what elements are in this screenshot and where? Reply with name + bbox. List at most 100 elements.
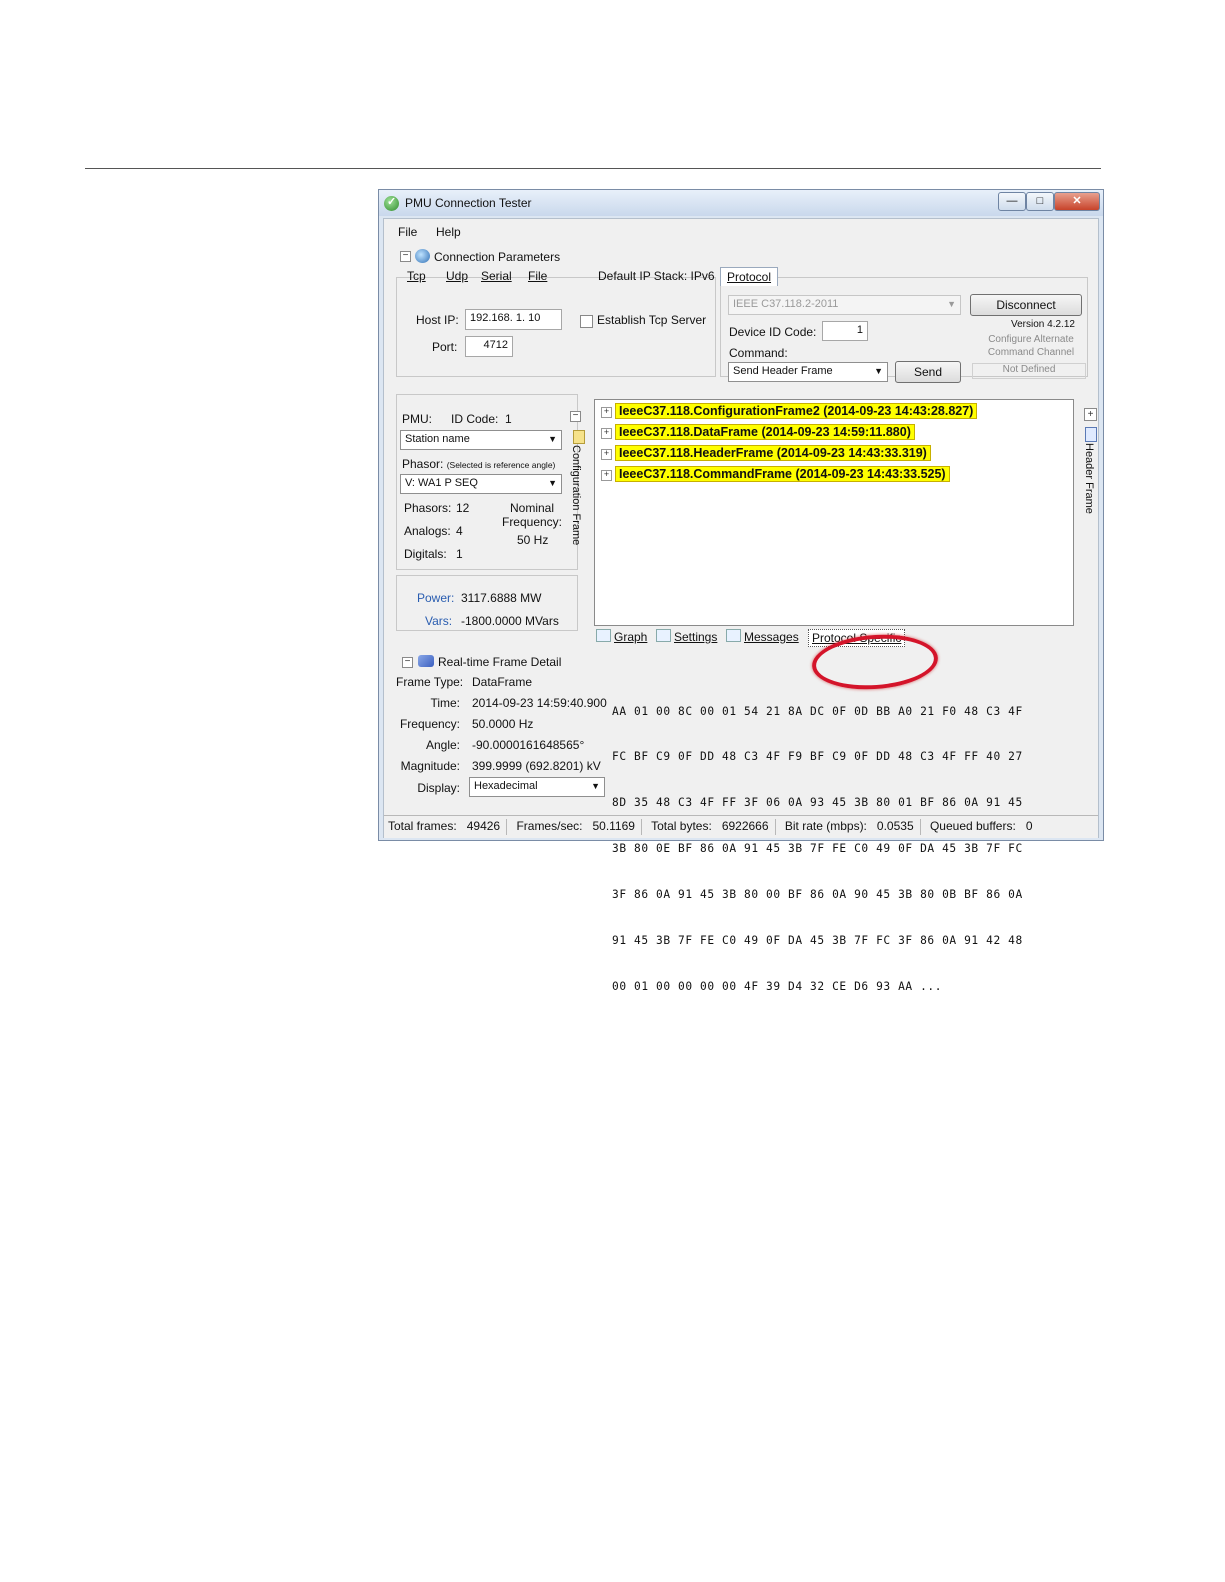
host-ip-label: Host IP: [416,313,459,327]
frame-item-configuration[interactable]: IeeeC37.118.ConfigurationFrame2 (2014-09… [615,403,978,419]
phasor-select[interactable]: V: WA1 P SEQ ▼ [400,474,562,494]
time-value: 2014-09-23 14:59:40.900 [472,696,607,710]
queued-label: Queued buffers: [929,819,1016,834]
collapse-pmu-icon[interactable]: − [570,411,581,422]
tab-file[interactable]: File [528,269,547,283]
station-select[interactable]: Station name ▼ [400,430,562,450]
phasor-note: (Selected is reference angle) [446,460,556,470]
nominal-frequency-label: Nominal Frequency: [501,501,563,529]
hex-line: 3F 86 0A 91 45 3B 80 00 BF 86 0A 90 45 3… [612,888,1023,902]
expand-header-icon[interactable]: + [1084,408,1097,421]
graph-icon [596,629,611,642]
expand-icon[interactable]: + [601,428,612,439]
digitals-label: Digitals: [404,547,447,561]
configuration-frame-tab[interactable]: Configuration Frame [570,445,582,545]
hex-dump: AA 01 00 8C 00 01 54 21 8A DC 0F 0D BB A… [612,673,1023,1025]
digitals-value: 1 [456,547,463,561]
frame-item-data[interactable]: IeeeC37.118.DataFrame (2014-09-23 14:59:… [615,424,915,440]
config-frame-icon [573,430,585,444]
hex-line: 8D 35 48 C3 4F FF 3F 06 0A 93 45 3B 80 0… [612,796,1023,810]
messages-icon [726,629,741,642]
device-id-input[interactable]: 1 [822,321,868,341]
collapse-connection-icon[interactable]: − [400,251,411,262]
minimize-button[interactable]: — [998,192,1026,211]
tab-settings[interactable]: Settings [656,629,717,644]
tab-messages[interactable]: Messages [726,629,799,644]
tab-protocol[interactable]: Protocol [720,267,779,286]
analogs-label: Analogs: [404,524,451,538]
phasor-select-value: V: WA1 P SEQ [405,477,478,489]
send-button[interactable]: Send [895,361,961,383]
station-select-value: Station name [405,433,470,445]
tab-graph[interactable]: Graph [596,629,647,644]
port-label: Port: [432,340,458,354]
frame-type-value: DataFrame [472,675,533,689]
pmu-label: PMU: [402,412,432,426]
chevron-down-icon: ▼ [548,478,557,488]
configure-alt-channel-link[interactable]: Configure Alternate Command Channel [976,333,1086,359]
command-select[interactable]: Send Header Frame ▼ [728,362,888,382]
maximize-button[interactable]: □ [1026,192,1054,211]
tab-graph-label: Graph [614,630,648,644]
analogs-value: 4 [456,524,463,538]
expand-icon[interactable]: + [601,470,612,481]
angle-label: Angle: [425,738,460,752]
magnitude-value: 399.9999 (692.8201) kV [472,759,601,773]
protocol-select[interactable]: IEEE C37.118.2-2011 ▼ [728,295,961,315]
phasors-value: 12 [456,501,470,515]
chevron-down-icon: ▼ [947,299,956,309]
chevron-down-icon: ▼ [548,434,557,444]
frame-type-label: Frame Type: [396,675,464,689]
page-rule [85,168,1101,169]
fps-label: Frames/sec: [516,819,583,834]
queued-value: 0 [1025,819,1033,834]
hex-line: 91 45 3B 7F FE C0 49 0F DA 45 3B 7F FC 3… [612,934,1023,948]
id-code-value: 1 [505,412,512,426]
host-ip-input[interactable]: 192.168. 1. 10 [465,309,562,330]
tab-messages-label: Messages [744,630,799,644]
close-button[interactable]: ✕ [1054,192,1100,211]
header-frame-tab[interactable]: Header Frame [1083,443,1095,514]
total-bytes-label: Total bytes: [651,819,712,834]
connection-header: Connection Parameters [434,250,561,264]
default-ip-stack: Default IP Stack: IPv6 [598,269,715,283]
hex-line: 00 01 00 00 00 00 4F 39 D4 32 CE D6 93 A… [612,979,943,993]
expand-icon[interactable]: + [601,407,612,418]
magnitude-label: Magnitude: [400,759,460,773]
establish-server-checkbox[interactable] [580,315,593,328]
power-label: Power: [417,591,455,605]
nominal-frequency-value: 50 Hz [517,533,549,547]
not-defined-label: Not Defined [972,363,1086,379]
frequency-label: Frequency: [399,717,460,731]
vars-label: Vars: [425,614,453,628]
menu-help[interactable]: Help [436,225,461,239]
menu-file[interactable]: File [398,225,417,239]
establish-server-label: Establish Tcp Server [597,313,707,327]
globe-icon [415,249,430,263]
total-frames-label: Total frames: [388,819,457,834]
expand-icon[interactable]: + [601,449,612,460]
id-code-label: ID Code: [451,412,499,426]
version-label: Version 4.2.12 [1011,319,1075,330]
angle-value: -90.0000161648565° [472,738,585,752]
hex-line: FC BF C9 0F DD 48 C3 4F F9 BF C9 0F DD 4… [612,750,1023,764]
status-bar: Total frames: 49426 Frames/sec: 50.1169 … [384,815,1098,838]
display-select[interactable]: Hexadecimal ▼ [469,777,605,797]
tab-udp[interactable]: Udp [446,269,468,283]
tab-serial[interactable]: Serial [481,269,512,283]
frame-item-header[interactable]: IeeeC37.118.HeaderFrame (2014-09-23 14:4… [615,445,931,461]
port-input[interactable]: 4712 [465,336,513,357]
chevron-down-icon: ▼ [874,366,883,376]
frame-item-command[interactable]: IeeeC37.118.CommandFrame (2014-09-23 14:… [615,466,950,482]
disconnect-button[interactable]: Disconnect [970,294,1082,316]
vars-value: -1800.0000 MVars [461,614,559,628]
realtime-header: Real-time Frame Detail [438,655,562,669]
phasors-label: Phasors: [404,501,452,515]
realtime-icon [418,655,434,667]
tab-settings-label: Settings [674,630,718,644]
phasor-label: Phasor: [402,457,444,471]
tab-tcp[interactable]: Tcp [407,269,426,283]
fps-value: 50.1169 [592,819,635,834]
settings-icon [656,629,671,642]
collapse-realtime-icon[interactable]: − [402,657,413,668]
